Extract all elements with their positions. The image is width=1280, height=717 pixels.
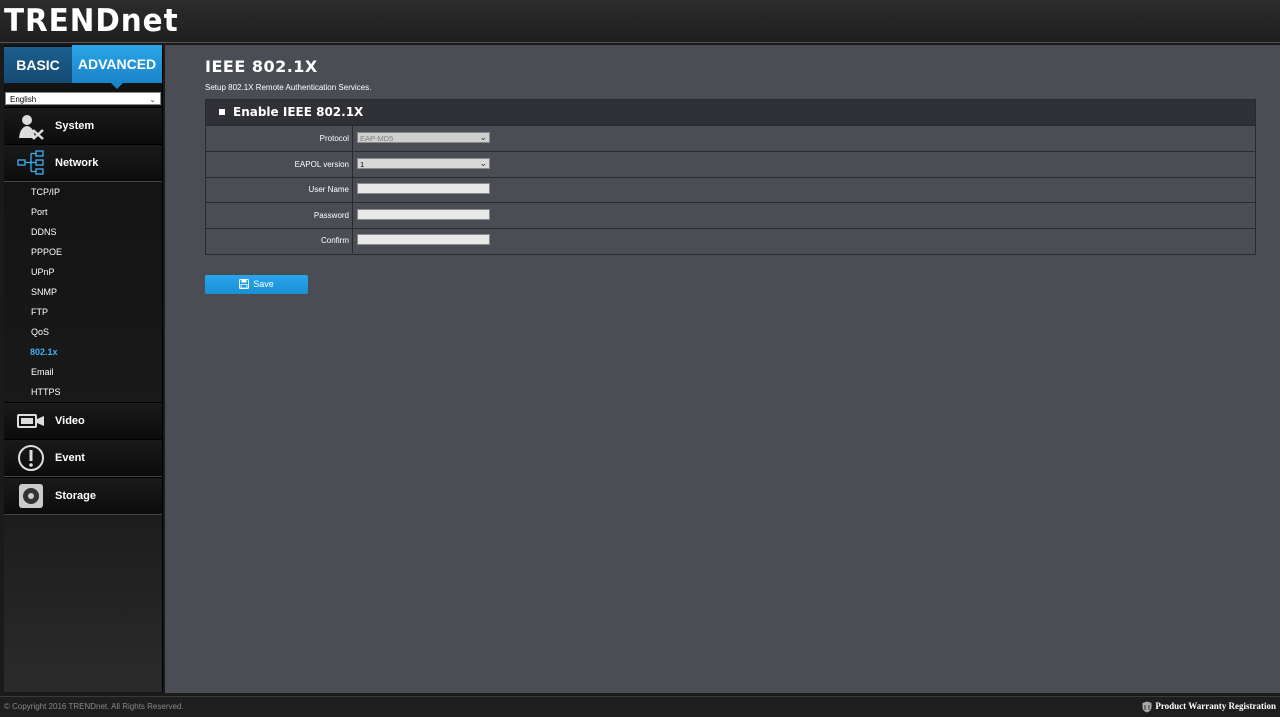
tab-basic[interactable]: BASIC bbox=[4, 47, 72, 83]
menu-storage-label: Storage bbox=[55, 490, 96, 502]
sidebar-item-https[interactable]: HTTPS bbox=[31, 386, 61, 398]
sidebar-item-8021x[interactable]: 802.1x bbox=[30, 346, 58, 358]
username-row: User Name bbox=[206, 177, 1255, 203]
chevron-down-icon: ⌄ bbox=[479, 132, 487, 142]
menu-network[interactable]: Network bbox=[4, 144, 162, 182]
sidebar-item-ftp[interactable]: FTP bbox=[31, 306, 48, 318]
warranty-link[interactable]: Product Warranty Registration bbox=[1142, 701, 1276, 713]
confirm-row: Confirm bbox=[206, 228, 1255, 253]
password-input[interactable] bbox=[357, 209, 490, 220]
password-row: Password bbox=[206, 203, 1255, 229]
content-area: IEEE 802.1X Setup 802.1X Remote Authenti… bbox=[165, 45, 1280, 693]
page-title: IEEE 802.1X bbox=[205, 57, 318, 76]
eapol-row: EAPOL version 1 ⌄ bbox=[206, 152, 1255, 178]
sidebar-item-snmp[interactable]: SNMP bbox=[31, 286, 57, 298]
username-label: User Name bbox=[308, 185, 349, 194]
video-camera-icon bbox=[17, 414, 44, 428]
chevron-down-icon: ⌄ bbox=[479, 158, 487, 168]
page-subtitle: Setup 802.1X Remote Authentication Servi… bbox=[205, 83, 372, 92]
mode-tabs: BASIC ADVANCED bbox=[4, 45, 162, 89]
menu-system[interactable]: System bbox=[4, 107, 162, 145]
menu-video-label: Video bbox=[55, 415, 85, 427]
tab-advanced[interactable]: ADVANCED bbox=[72, 45, 162, 89]
password-label: Password bbox=[313, 211, 349, 220]
enable-label: Enable IEEE 802.1X bbox=[233, 105, 364, 119]
alert-circle-icon bbox=[18, 445, 44, 471]
sidebar-item-pppoe[interactable]: PPPOE bbox=[31, 246, 62, 258]
eapol-value: 1 bbox=[360, 160, 365, 169]
storage-disk-icon bbox=[19, 484, 43, 508]
menu-storage[interactable]: Storage bbox=[4, 477, 162, 515]
language-select[interactable]: English ⌄ bbox=[5, 92, 161, 105]
sidebar-item-email[interactable]: Email bbox=[31, 366, 54, 378]
warranty-label: Product Warranty Registration bbox=[1155, 701, 1276, 712]
confirm-label: Confirm bbox=[320, 236, 349, 245]
footer: © Copyright 2016 TRENDnet. All Rights Re… bbox=[0, 696, 1280, 717]
network-tree-icon bbox=[17, 150, 44, 175]
protocol-value: EAP-MD5 bbox=[360, 134, 394, 143]
eapol-select[interactable]: 1 ⌄ bbox=[357, 158, 490, 169]
protocol-select[interactable]: EAP-MD5 ⌄ bbox=[357, 132, 490, 143]
language-selected: English bbox=[10, 95, 37, 104]
sidebar-item-upnp[interactable]: UPnP bbox=[31, 266, 55, 278]
sidebar-item-port[interactable]: Port bbox=[31, 206, 48, 218]
protocol-row: Protocol EAP-MD5 ⌄ bbox=[206, 126, 1255, 152]
header: TRENDnet bbox=[0, 0, 1280, 43]
menu-system-label: System bbox=[55, 120, 95, 132]
copyright-text: © Copyright 2016 TRENDnet. All Rights Re… bbox=[4, 702, 184, 711]
save-button[interactable]: Save bbox=[205, 275, 308, 294]
panel-header: Enable IEEE 802.1X bbox=[206, 100, 1255, 126]
system-tools-icon bbox=[19, 115, 44, 140]
enable-checkbox[interactable] bbox=[219, 109, 225, 115]
eapol-label: EAPOL version bbox=[294, 160, 349, 169]
menu-event[interactable]: Event bbox=[4, 439, 162, 477]
sidebar-item-ddns[interactable]: DDNS bbox=[31, 226, 57, 238]
chevron-down-icon: ⌄ bbox=[149, 95, 156, 104]
sidebar-item-tcpip[interactable]: TCP/IP bbox=[31, 186, 60, 198]
username-input[interactable] bbox=[357, 183, 490, 194]
shield-icon bbox=[1142, 701, 1152, 713]
sidebar: BASIC ADVANCED English ⌄ System Network … bbox=[4, 45, 163, 692]
menu-video[interactable]: Video bbox=[4, 402, 162, 440]
trendnet-logo: TRENDnet bbox=[4, 3, 179, 39]
floppy-disk-icon bbox=[239, 279, 249, 289]
protocol-label: Protocol bbox=[319, 134, 349, 143]
ieee8021x-panel: Enable IEEE 802.1X Protocol EAP-MD5 ⌄ EA… bbox=[205, 99, 1256, 255]
menu-event-label: Event bbox=[55, 452, 85, 464]
sidebar-item-qos[interactable]: QoS bbox=[31, 326, 49, 338]
confirm-input[interactable] bbox=[357, 234, 490, 245]
menu-network-label: Network bbox=[55, 157, 99, 169]
